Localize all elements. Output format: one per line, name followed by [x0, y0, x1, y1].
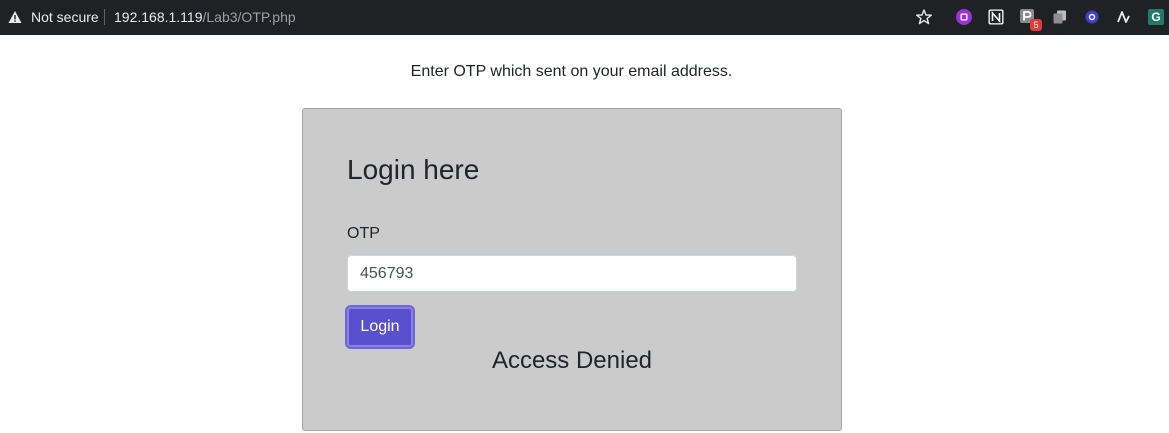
wave-extension-icon[interactable] [1115, 8, 1133, 26]
browser-toolbar: Not secure 192.168.1.119/Lab3/OTP.php 5 … [0, 0, 1169, 35]
address-separator [104, 9, 105, 25]
otp-input[interactable] [347, 255, 797, 292]
g-extension-letter: G [1151, 10, 1161, 24]
otp-label: OTP [347, 225, 380, 242]
otp-instruction: Enter OTP which sent on your email addre… [410, 63, 733, 80]
access-denied-message: Access Denied [491, 347, 653, 374]
blue-ring-extension-icon[interactable] [1083, 8, 1101, 26]
copy-extension-icon[interactable] [1051, 8, 1069, 26]
url-path: /Lab3/OTP.php [202, 9, 296, 25]
purple-circle-extension-icon[interactable] [955, 8, 973, 26]
address-bar[interactable]: 192.168.1.119/Lab3/OTP.php [114, 9, 296, 26]
card-title: Login here [347, 154, 480, 185]
notion-extension-icon[interactable] [987, 8, 1005, 26]
security-label[interactable]: Not secure [31, 9, 99, 26]
login-button[interactable]: Login [347, 307, 413, 347]
extension-badge: 5 [1030, 19, 1042, 31]
bookmark-star-icon[interactable] [915, 8, 933, 26]
url-host: 192.168.1.119 [114, 9, 203, 25]
warning-icon[interactable] [8, 10, 22, 24]
login-card: Login here OTP Login Access Denied [302, 108, 842, 431]
